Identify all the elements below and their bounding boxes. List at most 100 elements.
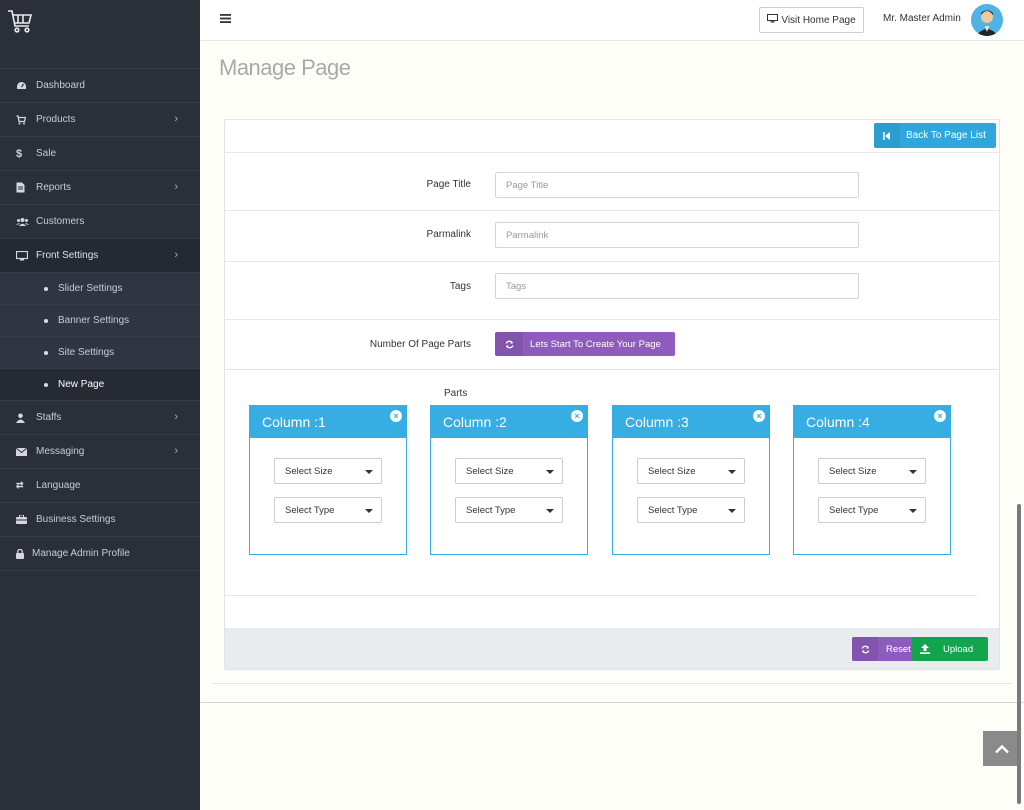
sidebar-item-products[interactable]: Products › (0, 102, 200, 136)
sidebar-item-sale[interactable]: $ Sale (0, 136, 200, 170)
sidebar-item-manage-admin-profile[interactable]: Manage Admin Profile (0, 536, 200, 570)
select-size-value: Select Size (829, 465, 877, 477)
monitor-icon (767, 14, 779, 26)
select-size-value: Select Size (466, 465, 514, 477)
chevron-up-icon (994, 744, 1009, 753)
page-title-label: Page Title (426, 179, 471, 190)
scroll-to-top-button[interactable] (983, 731, 1020, 766)
column-title: Column :3 (625, 414, 689, 430)
upload-button[interactable]: Upload (912, 637, 988, 661)
column-card-3: Column :3 × Select Size Select Type (612, 405, 770, 555)
column-card-2: Column :2 × Select Size Select Type (430, 405, 588, 555)
select-type-dropdown[interactable]: Select Type (455, 497, 563, 523)
caret-down-icon (546, 509, 554, 513)
sidebar-subitem-banner-settings[interactable]: Banner Settings (0, 304, 200, 336)
select-size-dropdown[interactable]: Select Size (818, 458, 926, 484)
sidebar-item-language[interactable]: ⇄ Language (0, 468, 200, 502)
refresh-icon (852, 637, 878, 661)
sidebar-subitem-slider-settings[interactable]: Slider Settings (0, 272, 200, 304)
select-size-value: Select Size (648, 465, 696, 477)
bullet-icon (44, 318, 48, 323)
sidebar: Dashboard Products › $ Sale Reports › Cu… (0, 0, 200, 810)
hamburger-menu-icon[interactable] (220, 14, 231, 26)
visit-home-page-label: Visit Home Page (781, 14, 856, 26)
briefcase-icon (16, 515, 36, 524)
sidebar-item-messaging[interactable]: Messaging › (0, 434, 200, 468)
divider (225, 595, 977, 596)
reset-button[interactable]: Reset (852, 637, 916, 661)
caret-down-icon (365, 470, 373, 474)
close-icon[interactable]: × (390, 410, 402, 422)
back-to-page-list-button[interactable]: Back To Page List (874, 123, 996, 148)
select-size-value: Select Size (285, 465, 333, 477)
sidebar-item-reports[interactable]: Reports › (0, 170, 200, 204)
step-backward-icon (874, 123, 900, 148)
page-title-row: Page Title Page Title (225, 153, 999, 211)
column-header: Column :2 × (431, 406, 587, 438)
select-type-dropdown[interactable]: Select Type (818, 497, 926, 523)
page-title-input[interactable]: Page Title (495, 172, 859, 198)
page-parts-label: Number Of Page Parts (369, 339, 471, 350)
document-icon (16, 182, 36, 193)
sidebar-item-label: Manage Admin Profile (32, 548, 130, 559)
select-type-dropdown[interactable]: Select Type (637, 497, 745, 523)
logo[interactable] (0, 0, 200, 41)
caret-down-icon (909, 509, 917, 513)
sidebar-subitem-site-settings[interactable]: Site Settings (0, 336, 200, 368)
card-footer: Reset Upload (225, 628, 999, 669)
sidebar-item-staffs[interactable]: Staffs › (0, 400, 200, 434)
select-type-dropdown[interactable]: Select Type (274, 497, 382, 523)
select-type-value: Select Type (466, 504, 516, 516)
permalink-input[interactable]: Parmalink (495, 222, 859, 248)
admin-name[interactable]: Mr. Master Admin (883, 13, 961, 24)
column-title: Column :4 (806, 414, 870, 430)
sidebar-item-label: Staffs (36, 412, 62, 423)
select-size-dropdown[interactable]: Select Size (455, 458, 563, 484)
sidebar-subitem-new-page[interactable]: New Page (0, 368, 200, 400)
start-button-label: Lets Start To Create Your Page (530, 338, 661, 350)
refresh-icon (495, 332, 523, 356)
sidebar-subitem-label: Slider Settings (58, 283, 123, 294)
column-header: Column :4 × (794, 406, 950, 438)
select-size-dropdown[interactable]: Select Size (637, 458, 745, 484)
sidebar-item-dashboard[interactable]: Dashboard (0, 68, 200, 102)
bullet-icon (44, 382, 48, 387)
caret-down-icon (728, 509, 736, 513)
select-size-dropdown[interactable]: Select Size (274, 458, 382, 484)
avatar[interactable] (971, 4, 1003, 36)
upload-icon (912, 637, 938, 661)
bullet-icon (44, 350, 48, 355)
close-icon[interactable]: × (934, 410, 946, 422)
parts-label: Parts (444, 388, 468, 399)
close-icon[interactable]: × (571, 410, 583, 422)
chevron-right-icon: › (174, 113, 178, 125)
caret-down-icon (365, 509, 373, 513)
card-header: Back To Page List (225, 120, 999, 153)
chevron-right-icon: › (174, 249, 178, 261)
start-create-page-button[interactable]: Lets Start To Create Your Page (495, 332, 675, 356)
column-title: Column :2 (443, 414, 507, 430)
language-icon: ⇄ (16, 480, 24, 490)
reset-label: Reset (886, 643, 911, 655)
select-type-value: Select Type (648, 504, 698, 516)
sidebar-item-customers[interactable]: Customers (0, 204, 200, 238)
sidebar-item-label: Sale (36, 148, 57, 159)
lock-icon (16, 548, 32, 559)
sidebar-item-label: Reports (36, 182, 72, 193)
column-card-4: Column :4 × Select Size Select Type (793, 405, 951, 555)
users-icon (16, 217, 36, 227)
sidebar-subitem-label: Banner Settings (58, 315, 130, 326)
sidebar-item-business-settings[interactable]: Business Settings (0, 502, 200, 536)
dashboard-icon (16, 81, 36, 91)
tags-label: Tags (449, 281, 471, 292)
caret-down-icon (909, 470, 917, 474)
sidebar-item-front-settings[interactable]: Front Settings › (0, 238, 200, 272)
visit-home-page-button[interactable]: Visit Home Page (759, 7, 864, 33)
close-icon[interactable]: × (753, 410, 765, 422)
select-type-value: Select Type (285, 504, 335, 516)
sidebar-item-label: Dashboard (36, 80, 85, 91)
page-parts-row: Number Of Page Parts Lets Start To Creat… (225, 320, 999, 370)
scrollbar[interactable] (1017, 504, 1021, 804)
tags-input[interactable]: Tags (495, 273, 859, 299)
upload-label: Upload (943, 643, 974, 655)
